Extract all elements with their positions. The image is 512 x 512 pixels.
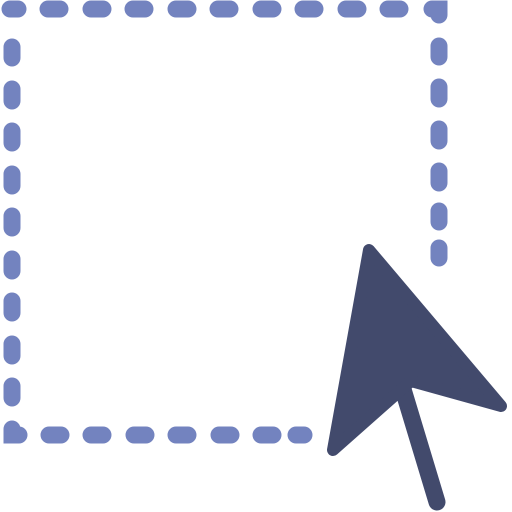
icon-canvas	[0, 0, 512, 512]
selection-dash-corner	[3, 420, 28, 444]
cursor-tail	[393, 377, 446, 511]
selection-dash-corner	[423, 0, 448, 24]
arrow-pointer-cursor-icon	[327, 244, 507, 511]
selection-cursor-icon	[1, 0, 507, 511]
